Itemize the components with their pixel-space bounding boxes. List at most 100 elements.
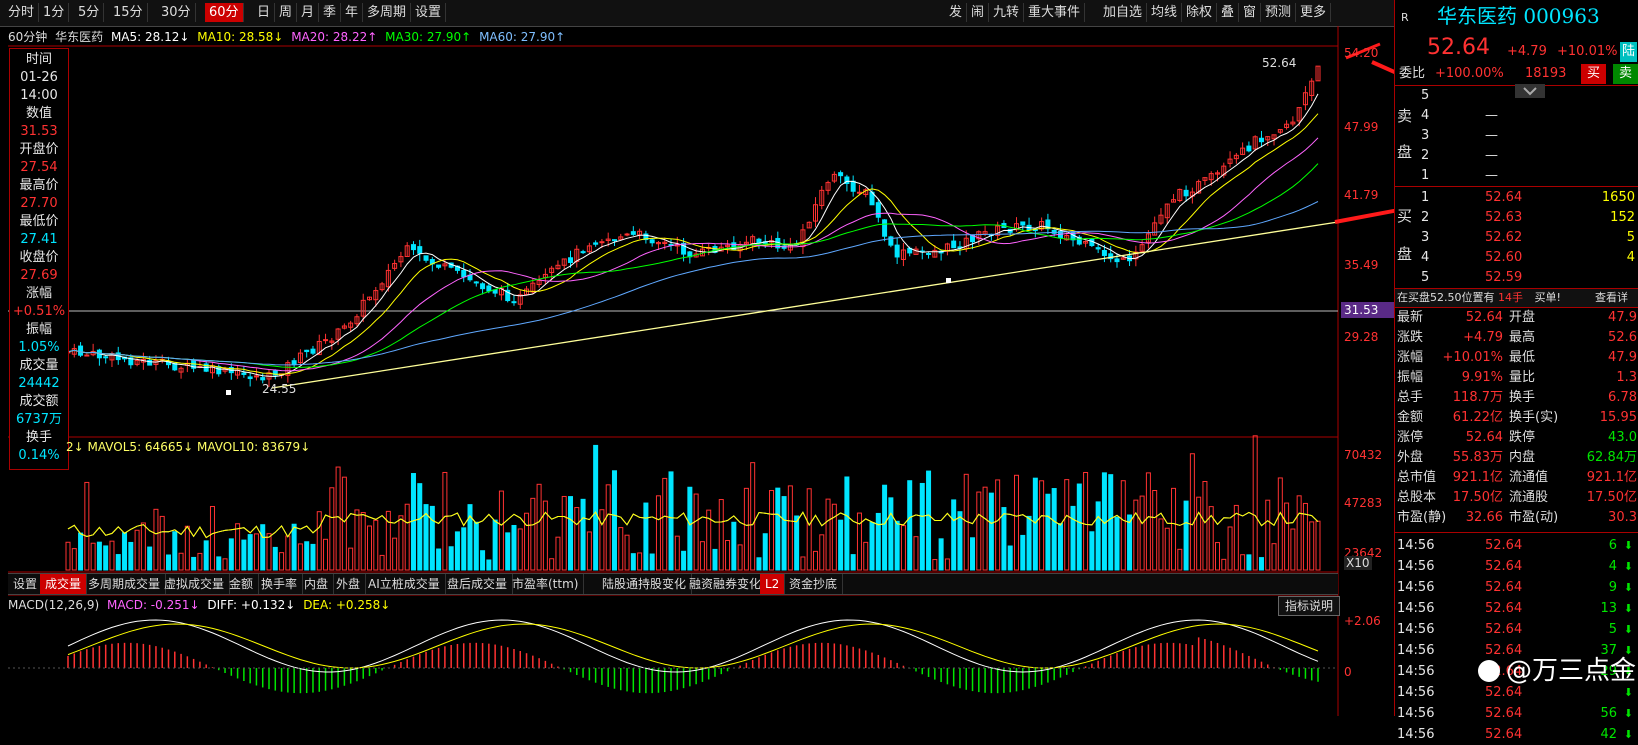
weibi-label: 委比 — [1399, 66, 1426, 81]
stat-label2-4: 换手 — [1509, 390, 1536, 405]
dea-value: DEA: +0.258↓ — [303, 598, 391, 612]
buy-levels-vol-0: 1650 — [1601, 190, 1635, 205]
weibi-value: +100.00% — [1435, 66, 1504, 81]
stat-value-3: 9.91% — [1461, 370, 1503, 385]
price-tick-4: 29.28 — [1344, 330, 1379, 344]
stat-value-8: 921.1亿 — [1452, 470, 1503, 485]
macd-legend: MACD(12,26,9) MACD: -0.251↓ DIFF: +0.132… — [8, 598, 390, 612]
indicator-help-button[interactable]: 指标说明 — [1278, 596, 1341, 616]
macd-value: MACD: -0.251↓ — [106, 598, 200, 612]
indicator-tab-5[interactable]: 换手率 — [256, 574, 304, 594]
notice-text: 在买盘52.50位置有 — [1397, 291, 1495, 304]
notice-qty: 14手 — [1498, 291, 1523, 304]
info-value-2: 27.54 — [20, 160, 58, 175]
macd-name: MACD(12,26,9) — [8, 598, 100, 612]
down-arrow-icon: ⬇ — [1623, 707, 1633, 720]
down-arrow-icon: ⬇ — [1623, 623, 1633, 636]
diff-value: DIFF: +0.132↓ — [207, 598, 296, 612]
sell-levels-price-2: — — [1485, 128, 1498, 143]
indicator-tab-10[interactable]: 市盈率(ttm) — [507, 574, 585, 594]
stat-label2-1: 最高 — [1509, 330, 1536, 345]
stat-value2-0: 47.9 — [1608, 310, 1637, 325]
info-value-7: 1.05% — [18, 340, 60, 355]
price-change: +4.79 — [1507, 44, 1547, 59]
buy-levels-price-3: 52.60 — [1485, 250, 1523, 265]
tick-vol-8: 56 — [1600, 706, 1617, 721]
indicator-tab-13[interactable]: L2 — [760, 574, 786, 594]
sell-levels-price-1: — — [1485, 108, 1498, 123]
stat-value2-9: 17.50亿 — [1586, 490, 1637, 505]
stat-value-4: 118.7万 — [1452, 390, 1503, 405]
buy-levels-vol-2: 5 — [1626, 230, 1635, 245]
indicator-tab-3[interactable]: 虚拟成交量 — [159, 574, 231, 594]
indicator-tab-2[interactable]: 多周期成交量 — [83, 574, 167, 594]
down-arrow-icon: ⬇ — [1623, 581, 1633, 594]
watermark-logo-icon — [1478, 660, 1500, 682]
tick-time-1: 14:56 — [1397, 559, 1435, 574]
buy-levels-price-4: 52.59 — [1485, 270, 1523, 285]
tick-vol-0: 6 — [1608, 538, 1617, 553]
macd-tick-top: +2.06 — [1344, 614, 1381, 628]
stat-label-4: 总手 — [1397, 390, 1424, 405]
stat-value2-3: 1.3 — [1616, 370, 1637, 385]
sell-button[interactable]: 卖 — [1613, 64, 1638, 84]
indicator-tab-1[interactable]: 成交量 — [40, 574, 88, 594]
notice-link[interactable]: 查看详 — [1595, 289, 1628, 307]
indicator-tab-14[interactable]: 资金抄底 — [784, 574, 844, 594]
info-value-1: 31.53 — [20, 124, 58, 139]
buy-levels-vol-1: 152 — [1610, 210, 1635, 225]
info-value-6: +0.51% — [12, 304, 66, 319]
sell-levels-level-1: 4 — [1421, 108, 1430, 123]
indicator-tab-7[interactable]: 外盘 — [331, 574, 367, 594]
indicator-tab-11[interactable]: 陆股通持股变化 — [597, 574, 693, 594]
info-label-0: 时间 — [25, 52, 52, 67]
info-value-9: 6737万 — [15, 412, 63, 427]
stat-value2-7: 62.84万 — [1586, 450, 1637, 465]
buy-button[interactable]: 买 — [1581, 64, 1607, 84]
tick-time-6: 14:56 — [1397, 664, 1435, 679]
stat-value2-6: 43.0 — [1608, 430, 1637, 445]
stat-label-5: 金额 — [1397, 410, 1424, 425]
tick-price-2: 52.64 — [1485, 580, 1523, 595]
buy-levels-level-1: 2 — [1421, 210, 1430, 225]
stat-label-2: 涨幅 — [1397, 350, 1424, 365]
info-label-2: 开盘价 — [19, 142, 59, 157]
sell-levels-price-3: — — [1485, 148, 1498, 163]
crosshair-info-box: 时间 01-26 14:00 数值 31.53 开盘价 27.54 最高价 27.70 最低价 27… — [9, 48, 69, 470]
indicator-tab-6[interactable]: 内盘 — [299, 574, 335, 594]
stat-label-8: 总市值 — [1397, 470, 1437, 485]
stat-label2-8: 流通值 — [1509, 470, 1549, 485]
indicator-tab-0[interactable]: 设置 — [8, 574, 44, 594]
chevron-down-icon[interactable] — [1515, 84, 1545, 98]
info-label-3: 最高价 — [19, 178, 59, 193]
tick-vol-9: 42 — [1600, 727, 1617, 742]
sell-levels-level-0: 5 — [1421, 88, 1430, 103]
stat-label-7: 外盘 — [1397, 450, 1424, 465]
stat-label2-9: 流通股 — [1509, 490, 1549, 505]
volume-legend: 2↓ MAVOL5: 64665↓ MAVOL10: 83679↓ — [66, 440, 311, 454]
tick-time-9: 14:56 — [1397, 727, 1435, 742]
tick-time-7: 14:56 — [1397, 685, 1435, 700]
buy-levels-price-1: 52.63 — [1485, 210, 1523, 225]
tick-price-3: 52.64 — [1485, 601, 1523, 616]
indicator-tab-12[interactable]: 融资融券变化 — [684, 574, 768, 594]
info-value-10: 0.14% — [18, 448, 60, 463]
info-value-3: 27.70 — [20, 196, 58, 211]
tick-price-4: 52.64 — [1485, 622, 1523, 637]
order-notice-bar[interactable]: 在买盘52.50位置有 14手 买单! 查看详 — [1395, 288, 1638, 308]
buy-levels-price-2: 52.62 — [1485, 230, 1523, 245]
stat-value-5: 61.22亿 — [1452, 410, 1503, 425]
sell-levels-price-4: — — [1485, 168, 1498, 183]
tick-vol-4: 5 — [1608, 622, 1617, 637]
indicator-tab-8[interactable]: AI立桩成交量 — [363, 574, 446, 594]
indicator-tab-4[interactable]: 金额 — [224, 574, 260, 594]
tick-vol-2: 9 — [1608, 580, 1617, 595]
tick-time-0: 14:56 — [1397, 538, 1435, 553]
buy-levels-level-4: 5 — [1421, 270, 1430, 285]
buy-levels-vol-3: 4 — [1626, 250, 1635, 265]
indicator-tab-9[interactable]: 盘后成交量 — [442, 574, 514, 594]
volume-tick-0: 70432 — [1344, 448, 1383, 462]
info-label-1: 数值 — [25, 106, 52, 121]
info-value-8: 24442 — [18, 376, 60, 391]
price-pct: +10.01% — [1557, 44, 1618, 59]
